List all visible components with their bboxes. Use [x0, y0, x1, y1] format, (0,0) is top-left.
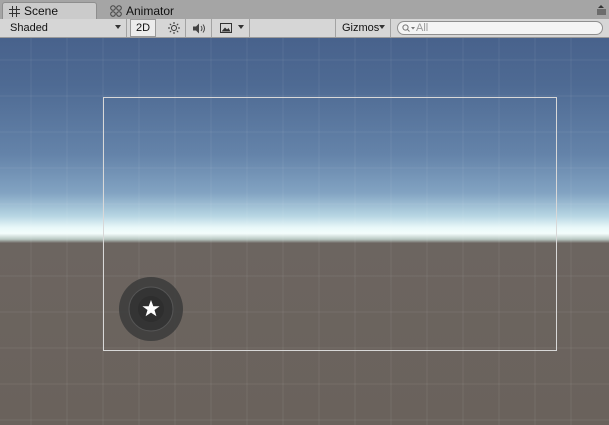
shading-mode-value: Shaded	[10, 22, 48, 34]
gizmos-dropdown[interactable]: Gizmos	[335, 19, 391, 37]
grid-icon	[9, 5, 20, 17]
shading-mode-dropdown[interactable]: Shaded	[0, 19, 127, 37]
search-placeholder: All	[416, 22, 429, 34]
chevron-down-icon	[238, 25, 244, 29]
animator-icon	[110, 4, 122, 17]
tab-scene[interactable]: Scene	[2, 2, 97, 19]
chevron-down-icon	[379, 25, 385, 29]
search-icon	[402, 23, 415, 32]
speaker-icon	[192, 23, 205, 33]
panel-menu-icon[interactable]	[596, 5, 606, 15]
scene-audio-toggle[interactable]	[188, 19, 212, 37]
scene-viewport[interactable]	[0, 38, 609, 425]
tab-bar: Scene Animator	[0, 0, 609, 20]
virtual-joystick[interactable]	[118, 276, 184, 342]
chevron-down-icon	[115, 25, 121, 29]
mode-2d-toggle[interactable]: 2D	[130, 19, 156, 37]
scene-toolbar: Shaded 2D Gizmos All	[0, 19, 609, 38]
gizmos-label: Gizmos	[342, 22, 380, 34]
tab-animator-label: Animator	[126, 3, 175, 18]
tab-animator[interactable]: Animator	[104, 2, 194, 19]
image-icon	[220, 23, 232, 33]
search-input[interactable]: All	[397, 21, 603, 35]
tab-scene-label: Scene	[24, 4, 59, 18]
sun-icon	[167, 22, 180, 34]
scene-effects-dropdown[interactable]	[214, 19, 250, 37]
mode-2d-label: 2D	[135, 22, 151, 34]
scene-lighting-toggle[interactable]	[162, 19, 186, 37]
